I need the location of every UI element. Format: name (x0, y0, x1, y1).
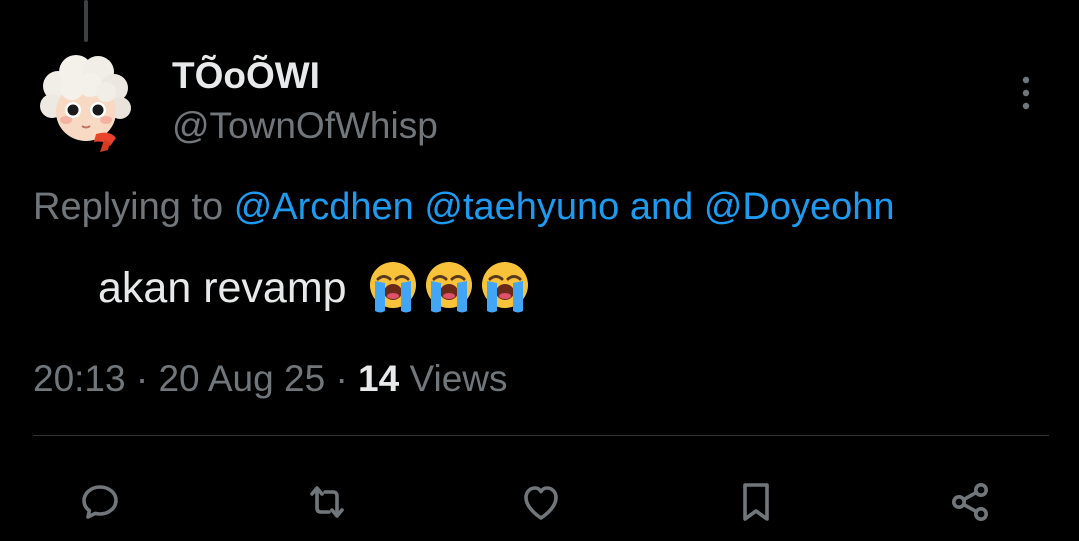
mention-link[interactable]: @taehyuno (424, 186, 619, 228)
emoji-group (365, 258, 533, 316)
share-button[interactable] (944, 476, 996, 528)
reply-button[interactable] (74, 476, 126, 528)
author-display-name[interactable]: TÕoÕWI (172, 54, 320, 98)
share-icon (952, 483, 988, 521)
divider (33, 435, 1049, 436)
tweet-date[interactable]: 20 Aug 25 (158, 358, 325, 399)
retweet-button[interactable] (301, 476, 353, 528)
tweet-meta: 20:13 · 20 Aug 25 · 14 Views (33, 356, 508, 402)
loudly-crying-face-icon (425, 262, 472, 313)
avatar-image (40, 55, 131, 152)
avatar[interactable] (36, 54, 136, 154)
loudly-crying-face-icon (369, 262, 416, 313)
retweet-icon (310, 486, 344, 518)
loudly-crying-face-icon (481, 262, 528, 313)
more-options-button[interactable] (1008, 72, 1044, 116)
views-count[interactable]: 14 (358, 358, 399, 399)
more-vertical-icon (1022, 76, 1030, 110)
tweet-time[interactable]: 20:13 (33, 358, 126, 399)
like-button[interactable] (515, 476, 567, 528)
meta-separator: · (135, 358, 149, 399)
tweet-text: akan revamp (98, 261, 533, 319)
bookmark-icon (743, 483, 769, 521)
replying-to-label: Replying to (33, 186, 224, 228)
author-handle[interactable]: @TownOfWhisp (172, 103, 438, 149)
heart-icon (524, 486, 558, 520)
mention-conjunction[interactable]: and (630, 186, 693, 228)
thread-connector-line (84, 0, 88, 42)
meta-separator: · (335, 358, 348, 399)
mention-link[interactable]: @Doyeohn (704, 186, 895, 228)
bookmark-button[interactable] (730, 476, 782, 528)
mention-link[interactable]: @Arcdhen (234, 186, 414, 228)
tweet-text-content: akan revamp (98, 264, 347, 312)
replying-to-line: Replying to @Arcdhen @taehyuno and @Doye… (33, 184, 895, 230)
views-label[interactable]: Views (409, 358, 507, 399)
reply-icon (82, 485, 118, 519)
